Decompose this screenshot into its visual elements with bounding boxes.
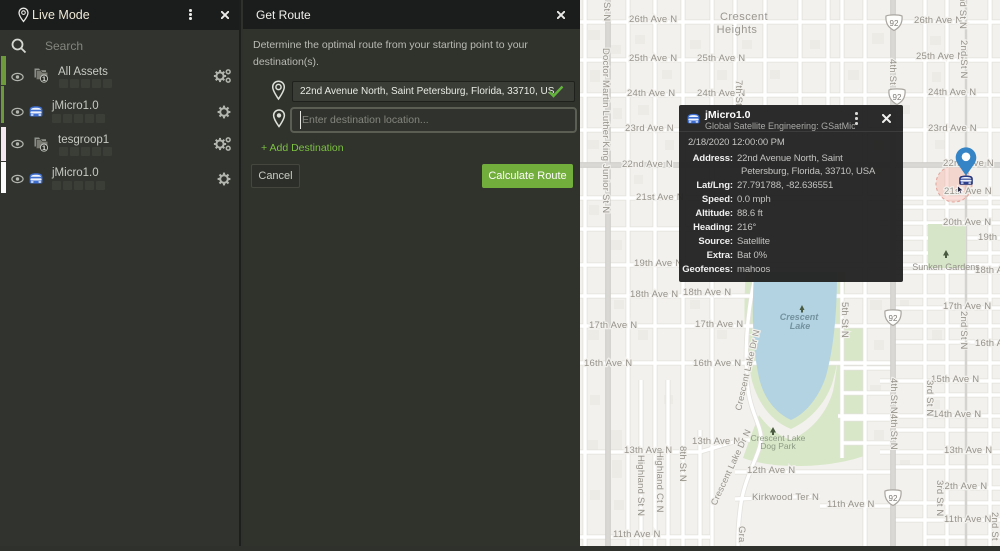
svg-text:3rd St N: 3rd St N (934, 480, 945, 516)
svg-text:2nd St N: 2nd St N (958, 311, 969, 350)
svg-text:Dog Park: Dog Park (760, 441, 796, 451)
svg-text:26th Ave N: 26th Ave N (629, 14, 677, 25)
svg-text:3rd St N: 3rd St N (924, 380, 935, 416)
svg-text:18th Ave N: 18th Ave N (683, 287, 731, 298)
svg-text:4th St N4th St N: 4th St N4th St N (888, 378, 899, 450)
svg-text:13th Ave N: 13th Ave N (944, 445, 992, 456)
svg-text:Highland Ct N: Highland Ct N (654, 451, 665, 513)
svg-text:1: 1 (42, 145, 46, 152)
svg-text:18th Ave N: 18th Ave N (630, 289, 678, 300)
svg-text:13th Ave N: 13th Ave N (692, 436, 740, 447)
svg-text:26th Ave N: 26th Ave N (914, 15, 962, 26)
svg-text:St N: St N (601, 2, 612, 21)
svg-text:5th St N: 5th St N (839, 302, 850, 338)
svg-text:Doctor Martin Luther King Juni: Doctor Martin Luther King Junior St N (600, 48, 611, 213)
svg-text:2nd St N: 2nd St N (958, 40, 969, 79)
svg-text:24th Ave N: 24th Ave N (928, 87, 976, 98)
svg-text:22nd Ave N: 22nd Ave N (622, 159, 673, 170)
svg-text:11th Ave N: 11th Ave N (944, 514, 992, 525)
svg-text:20th Ave N: 20th Ave N (943, 217, 991, 228)
svg-text:92: 92 (893, 93, 902, 102)
svg-text:17th Ave N: 17th Ave N (695, 319, 743, 330)
svg-text:25th Ave N: 25th Ave N (916, 51, 964, 62)
svg-text:25th Ave N: 25th Ave N (697, 53, 745, 64)
svg-text:23rd Ave N: 23rd Ave N (625, 123, 674, 134)
svg-text:24th Ave N: 24th Ave N (627, 88, 675, 99)
svg-text:Kirkwood Ter N: Kirkwood Ter N (752, 492, 819, 503)
svg-text:21st Ave N: 21st Ave N (636, 192, 684, 203)
svg-text:92: 92 (889, 494, 898, 503)
svg-text:1: 1 (42, 76, 46, 83)
svg-text:Highland St N: Highland St N (635, 455, 646, 516)
svg-text:16th Ave N: 16th Ave N (693, 358, 741, 369)
svg-text:19th: 19th (978, 232, 997, 243)
svg-text:nd St N: nd St N (957, 0, 968, 29)
svg-text:12th Ave N: 12th Ave N (939, 481, 987, 492)
svg-text:Gra: Gra (736, 526, 747, 543)
svg-text:Crescent: Crescent (720, 11, 768, 23)
svg-text:23rd Ave N: 23rd Ave N (928, 123, 977, 134)
svg-text:12th Ave N: 12th Ave N (747, 465, 795, 476)
svg-text:15th Ave N: 15th Ave N (931, 374, 979, 385)
svg-text:25th Ave N: 25th Ave N (629, 53, 677, 64)
svg-text:92: 92 (889, 314, 898, 323)
svg-text:Heights: Heights (717, 24, 758, 36)
svg-text:16th A: 16th A (975, 338, 1000, 349)
svg-text:17th Ave N: 17th Ave N (589, 320, 637, 331)
svg-text:92: 92 (890, 19, 899, 28)
svg-text:8th St N: 8th St N (677, 446, 688, 482)
svg-text:11th Ave N: 11th Ave N (613, 529, 661, 540)
svg-text:16th Ave N: 16th Ave N (584, 358, 632, 369)
svg-text:11th Ave N: 11th Ave N (827, 499, 875, 510)
svg-text:Sunken Gardens: Sunken Gardens (912, 262, 980, 272)
svg-text:14th Ave N: 14th Ave N (933, 409, 981, 420)
svg-text:2nd St: 2nd St (989, 512, 1000, 541)
svg-text:Lake: Lake (790, 321, 811, 331)
svg-text:19th Ave N: 19th Ave N (634, 258, 682, 269)
